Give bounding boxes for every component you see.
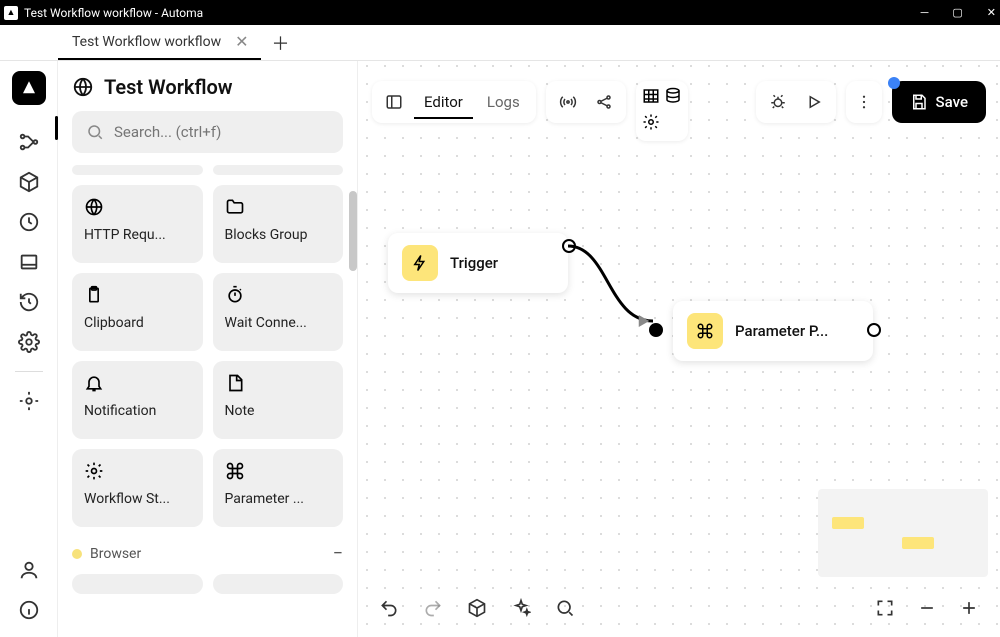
data-tools — [636, 81, 688, 141]
unsaved-indicator — [888, 77, 900, 89]
block-blocks-group[interactable]: Blocks Group — [213, 185, 344, 263]
tab-logs[interactable]: Logs — [477, 89, 530, 115]
save-button[interactable]: Save — [892, 81, 986, 123]
maximize-button[interactable]: ▢ — [952, 6, 962, 19]
undo-icon[interactable] — [370, 589, 408, 627]
view-tabs: Editor Logs — [372, 81, 536, 123]
globe-icon — [84, 197, 104, 217]
table-icon[interactable] — [642, 87, 660, 109]
share-icon[interactable] — [588, 87, 620, 117]
share-tools — [546, 81, 626, 123]
arrow-icon — [635, 312, 653, 330]
block-placeholder — [213, 574, 344, 594]
account-icon[interactable] — [18, 559, 40, 581]
tab-close-icon[interactable]: ✕ — [235, 32, 248, 51]
info-icon[interactable] — [18, 599, 40, 621]
trigger-icon — [402, 245, 438, 281]
nav-rail — [0, 61, 58, 637]
collapse-icon[interactable]: − — [333, 543, 343, 564]
block-parameter-prompt[interactable]: Parameter ... — [213, 449, 344, 527]
search-canvas-icon[interactable] — [546, 589, 584, 627]
note-icon — [225, 373, 245, 393]
magic-icon[interactable] — [502, 589, 540, 627]
new-tab-button[interactable]: ＋ — [261, 25, 301, 60]
schedule-icon[interactable] — [18, 211, 40, 233]
history-icon[interactable] — [18, 291, 40, 313]
close-button[interactable]: ✕ — [987, 6, 996, 19]
workflows-icon[interactable] — [18, 131, 40, 153]
block-workflow-state[interactable]: Workflow St... — [72, 449, 203, 527]
sidebar-scrollbar[interactable] — [349, 191, 357, 271]
workflow-tab[interactable]: Test Workflow workflow ✕ — [58, 25, 261, 60]
editor-canvas[interactable]: Editor Logs — [358, 61, 1000, 637]
block-placeholder — [72, 574, 203, 594]
broadcast-icon[interactable] — [552, 87, 584, 117]
save-icon — [910, 93, 928, 111]
redo-icon[interactable] — [414, 589, 452, 627]
minimize-button[interactable]: ─ — [921, 6, 929, 19]
canvas-toolbar — [370, 589, 988, 627]
block-http-request[interactable]: HTTP Requ... — [72, 185, 203, 263]
run-tools — [756, 81, 836, 123]
section-dot-icon — [72, 549, 82, 559]
debug-icon[interactable] — [762, 87, 794, 117]
block-wait-connections[interactable]: Wait Conne... — [213, 273, 344, 351]
folder-icon — [225, 197, 245, 217]
node-parameter-prompt[interactable]: Parameter P... — [673, 301, 873, 361]
tab-title: Test Workflow workflow — [72, 34, 221, 50]
tabbar: Test Workflow workflow ✕ ＋ — [0, 25, 1000, 61]
locate-icon[interactable] — [18, 390, 40, 412]
play-icon[interactable] — [798, 87, 830, 117]
database-icon[interactable] — [664, 87, 682, 109]
tab-editor[interactable]: Editor — [414, 89, 473, 119]
search-input[interactable] — [72, 111, 343, 153]
app-icon: ▲ — [4, 6, 18, 20]
zoom-in-icon[interactable] — [950, 589, 988, 627]
zoom-out-icon[interactable] — [908, 589, 946, 627]
panel-toggle-icon[interactable] — [378, 87, 410, 117]
package-icon[interactable] — [458, 589, 496, 627]
command-icon — [687, 313, 723, 349]
gear-icon — [84, 461, 104, 481]
workflow-title: Test Workflow — [72, 75, 343, 99]
command-icon — [225, 461, 245, 481]
package-icon[interactable] — [18, 171, 40, 193]
search-icon — [86, 123, 104, 141]
titlebar: ▲ Test Workflow workflow - Automa ─ ▢ ✕ — [0, 0, 1000, 25]
minimap[interactable] — [818, 489, 988, 577]
node-trigger[interactable]: Trigger — [388, 233, 568, 293]
bell-icon — [84, 373, 104, 393]
block-placeholder — [213, 165, 344, 175]
block-placeholder — [72, 165, 203, 175]
fullscreen-icon[interactable] — [866, 589, 904, 627]
more-menu[interactable] — [846, 81, 882, 123]
edge — [558, 236, 678, 336]
settings-icon[interactable] — [18, 331, 40, 353]
block-notification[interactable]: Notification — [72, 361, 203, 439]
output-port[interactable] — [562, 239, 576, 253]
search-field[interactable] — [114, 123, 329, 141]
storage-icon[interactable] — [18, 251, 40, 273]
clipboard-icon — [84, 285, 104, 305]
stopwatch-icon — [225, 285, 245, 305]
blocks-sidebar: Test Workflow HTTP Requ... Blocks Group — [58, 61, 358, 637]
block-note[interactable]: Note — [213, 361, 344, 439]
app-logo[interactable] — [12, 71, 46, 105]
window-title: Test Workflow workflow - Automa — [24, 6, 203, 20]
gear-icon[interactable] — [642, 113, 660, 135]
section-browser[interactable]: Browser − — [72, 543, 343, 564]
block-clipboard[interactable]: Clipboard — [72, 273, 203, 351]
more-icon — [848, 87, 880, 117]
output-port[interactable] — [867, 323, 881, 337]
